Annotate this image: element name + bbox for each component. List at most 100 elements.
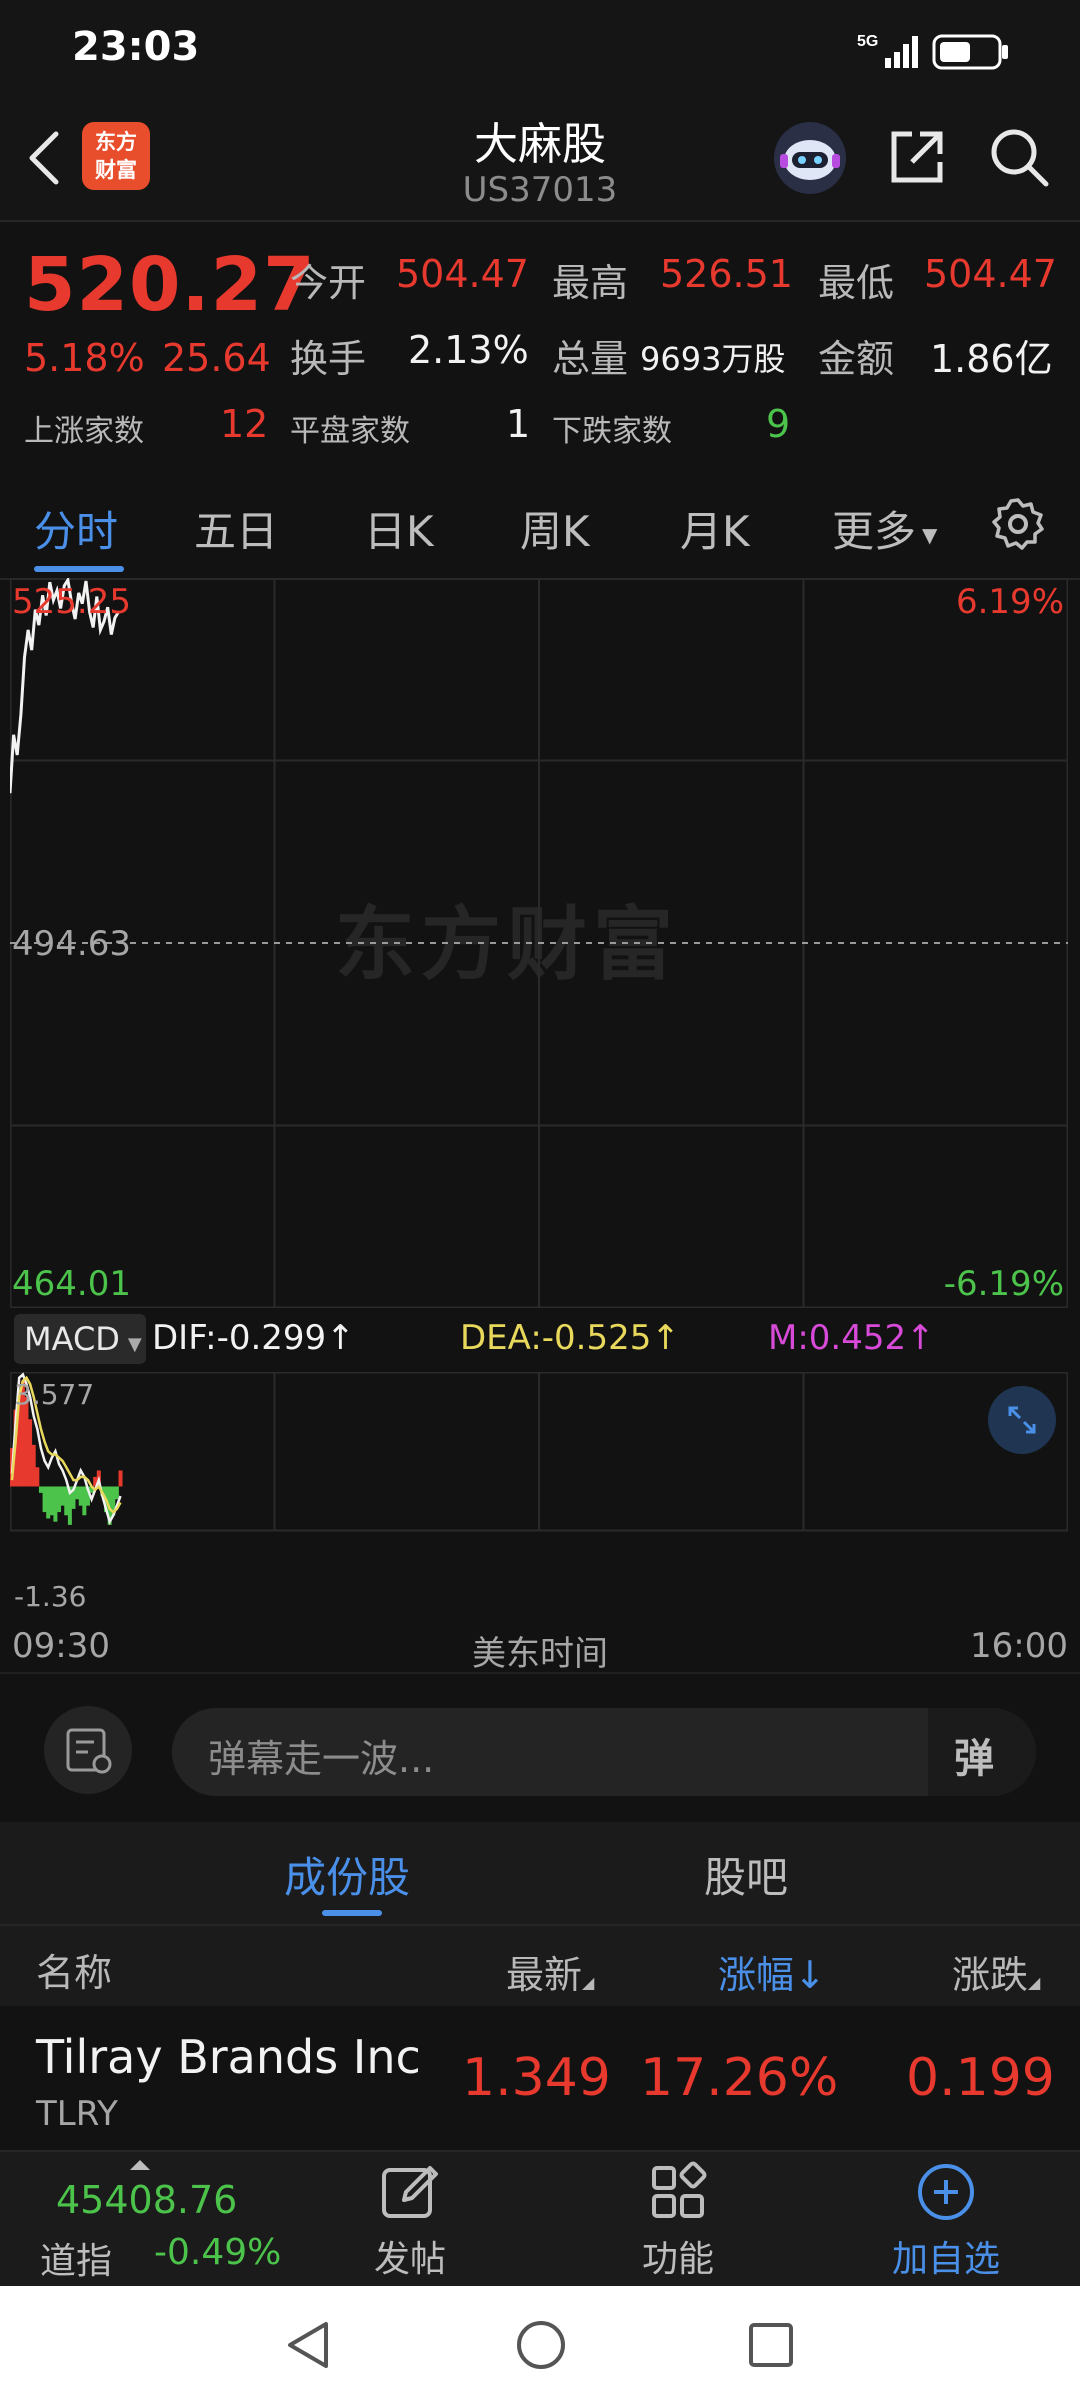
nav-function-label[interactable]: 功能 bbox=[642, 2230, 714, 2282]
system-home-icon[interactable] bbox=[514, 2318, 568, 2376]
col-change-label: 涨跌 bbox=[952, 1953, 1029, 1997]
danmaku-toggle-label: 弹 bbox=[954, 1736, 994, 1782]
top-price-label: 525.25 bbox=[12, 582, 131, 622]
tab-intraday[interactable]: 分时 bbox=[34, 498, 118, 559]
sort-icon: ◢ bbox=[1028, 1973, 1041, 1992]
macd-bar bbox=[114, 1486, 119, 1500]
col-latest-label: 最新 bbox=[506, 1953, 583, 1997]
macd-bar bbox=[82, 1486, 87, 1516]
tab-daily-k[interactable]: 日K bbox=[364, 498, 434, 559]
flat-count-label: 平盘家数 bbox=[290, 414, 410, 449]
search-icon[interactable] bbox=[986, 124, 1052, 194]
tab-monthly-k[interactable]: 月K bbox=[680, 498, 750, 559]
amount-label: 金额 bbox=[818, 337, 895, 381]
indicator-label: MACD bbox=[24, 1320, 120, 1358]
current-price: 520.27 bbox=[24, 242, 316, 328]
down-count-label: 下跌家数 bbox=[552, 414, 672, 449]
time-end-label: 16:00 bbox=[970, 1626, 1068, 1666]
nav-post-label[interactable]: 发帖 bbox=[374, 2230, 446, 2282]
macd-chart[interactable] bbox=[10, 1372, 1068, 1616]
macd-bar bbox=[64, 1486, 69, 1516]
sort-icon: ◢ bbox=[582, 1973, 595, 1992]
macd-dif-value: DIF:-0.299 bbox=[152, 1318, 327, 1358]
tab-five-day[interactable]: 五日 bbox=[194, 498, 278, 559]
caret-down-icon: ▼ bbox=[922, 522, 938, 547]
danmaku-settings-icon[interactable] bbox=[44, 1706, 132, 1794]
col-name: 名称 bbox=[36, 1951, 113, 1995]
macd-bar bbox=[75, 1486, 80, 1500]
macd-bar bbox=[35, 1467, 40, 1487]
timezone-label: 美东时间 bbox=[472, 1634, 608, 1674]
flat-count: 1 bbox=[506, 402, 531, 446]
bottom-pct-label: -6.19% bbox=[943, 1264, 1064, 1304]
table-row[interactable]: Tilray Brands Inc TLRY 1.349 17.26% 0.19… bbox=[0, 2006, 1080, 2150]
system-recents-icon[interactable] bbox=[744, 2318, 798, 2376]
macd-bar bbox=[49, 1486, 54, 1516]
tab-weekly-k[interactable]: 周K bbox=[520, 498, 590, 559]
arrow-up-icon: ↑ bbox=[906, 1318, 935, 1358]
macd-bar bbox=[31, 1444, 36, 1487]
bottom-nav: 45408.76 道指 -0.49% 发帖 功能 加自选 bbox=[0, 2150, 1080, 2286]
tab-underline bbox=[322, 1910, 382, 1916]
up-count-label: 上涨家数 bbox=[24, 414, 144, 449]
tab-more[interactable]: 更多 ▼ bbox=[832, 498, 937, 559]
macd-bar bbox=[42, 1486, 47, 1513]
macd-bar bbox=[46, 1486, 51, 1519]
low-label: 最低 bbox=[818, 261, 895, 305]
function-icon[interactable] bbox=[646, 2160, 710, 2228]
share-icon[interactable] bbox=[884, 124, 950, 194]
expand-icon[interactable] bbox=[988, 1386, 1056, 1454]
change-amount: 25.64 bbox=[162, 336, 271, 380]
macd-grid bbox=[10, 1372, 1068, 1532]
bottom-price-label: 464.01 bbox=[12, 1264, 131, 1304]
danmaku-input[interactable]: 弹幕走一波... 弹 bbox=[172, 1708, 1036, 1796]
amount-value: 1.86亿 bbox=[930, 337, 1053, 381]
settings-gear-icon[interactable] bbox=[990, 496, 1046, 556]
tab-components[interactable]: 成份股 bbox=[284, 1844, 410, 1905]
col-pct-label: 涨幅 bbox=[718, 1953, 795, 1997]
macd-bottom-label: -1.36 bbox=[14, 1580, 87, 1613]
turnover-value: 2.13% bbox=[408, 328, 529, 372]
add-watchlist-icon[interactable] bbox=[914, 2160, 978, 2228]
battery-icon bbox=[932, 32, 1012, 76]
down-count: 9 bbox=[766, 402, 791, 446]
mid-price-label: 494.63 bbox=[12, 924, 131, 964]
system-back-icon[interactable] bbox=[282, 2318, 336, 2376]
post-icon[interactable] bbox=[378, 2160, 442, 2228]
low-value: 504.47 bbox=[924, 252, 1057, 296]
col-pct[interactable]: 涨幅↓ bbox=[718, 1944, 826, 1999]
nav-add-label[interactable]: 加自选 bbox=[892, 2230, 1000, 2282]
high-label: 最高 bbox=[552, 261, 629, 305]
stock-latest: 1.349 bbox=[462, 2048, 611, 2108]
indicator-selector[interactable]: MACD ▼ bbox=[14, 1314, 146, 1364]
system-nav-bar bbox=[0, 2286, 1080, 2400]
index-pct[interactable]: -0.49% bbox=[154, 2232, 281, 2273]
col-change[interactable]: 涨跌◢ bbox=[952, 1944, 1040, 1999]
macd-bar bbox=[60, 1486, 65, 1506]
chevron-up-icon[interactable] bbox=[130, 2160, 150, 2170]
stock-pct: 17.26% bbox=[640, 2048, 839, 2108]
caret-down-icon: ▼ bbox=[127, 1334, 142, 1355]
up-count: 12 bbox=[220, 402, 269, 446]
robot-assistant-icon[interactable] bbox=[770, 118, 850, 202]
macd-bar bbox=[118, 1470, 123, 1487]
danmaku-toggle-button[interactable]: 弹 bbox=[928, 1708, 1036, 1796]
change-percent: 5.18% bbox=[24, 336, 145, 380]
macd-m-value: M:0.452 bbox=[768, 1318, 907, 1358]
macd-dea-value: DEA:-0.525 bbox=[460, 1318, 652, 1358]
macd-bar bbox=[57, 1486, 62, 1513]
intraday-price-chart[interactable] bbox=[10, 578, 1068, 1308]
index-value[interactable]: 45408.76 bbox=[56, 2178, 237, 2222]
status-bar: 23:03 5G bbox=[0, 0, 1080, 104]
macd-bar bbox=[53, 1486, 58, 1522]
open-value: 504.47 bbox=[396, 252, 529, 296]
stock-change: 0.199 bbox=[906, 2048, 1055, 2108]
svg-text:5G: 5G bbox=[857, 33, 878, 50]
open-label: 今开 bbox=[290, 261, 367, 305]
stock-ticker: TLRY bbox=[36, 2094, 118, 2134]
index-name[interactable]: 道指 bbox=[40, 2232, 112, 2284]
tab-forum[interactable]: 股吧 bbox=[704, 1844, 788, 1905]
col-latest[interactable]: 最新◢ bbox=[506, 1944, 594, 1999]
macd-m: M:0.452↑ bbox=[768, 1318, 935, 1358]
high-value: 526.51 bbox=[660, 252, 793, 296]
